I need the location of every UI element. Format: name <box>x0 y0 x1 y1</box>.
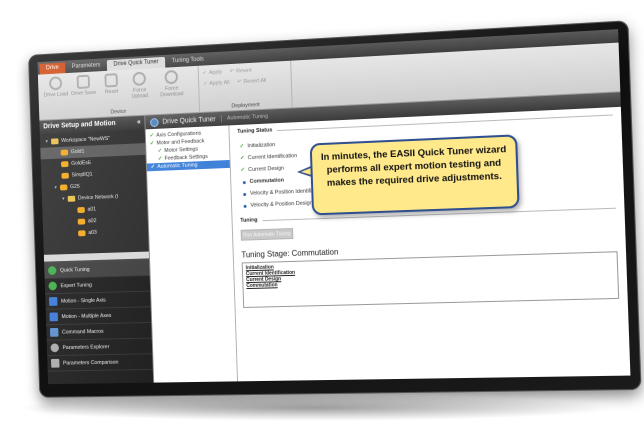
nav-item-label: Expert Tuning <box>60 282 92 289</box>
drive-load-label: Drive Load <box>43 91 69 99</box>
motion-single-axis-icon <box>48 296 58 306</box>
breadcrumb: Automatic Tuning <box>226 113 269 122</box>
status-label: Commutation <box>249 177 285 185</box>
network-folder-icon <box>67 195 76 202</box>
status-label: Current Identification <box>247 153 298 162</box>
tuning-panel: Tuning Status ✓ Initialization ✓ Current… <box>229 107 630 382</box>
left-panel-title: Drive Setup and Motion <box>43 120 116 131</box>
left-panel: Drive Setup and Motion « ▾ Workspace "Ne… <box>39 115 155 385</box>
status-label: Velocity & Position Design <box>250 200 313 209</box>
content-area: Drive Quick Tuner | Automatic Tuning ✓ A… <box>145 92 631 383</box>
force-download-button[interactable]: Force Download <box>153 69 190 98</box>
step-label: Automatic Tuning <box>157 162 198 170</box>
tree-node-label: a03 <box>88 229 97 236</box>
app-screen: Drive Parameters Drive Quick Tuner Tunin… <box>37 29 631 385</box>
drive-load-button[interactable]: Drive Load <box>42 76 70 99</box>
status-done-check-icon: ✓ <box>239 143 245 150</box>
drive-icon <box>78 230 86 237</box>
main-area: Drive Setup and Motion « ▾ Workspace "Ne… <box>39 92 631 385</box>
drive-save-label: Drive Save <box>71 89 97 98</box>
monitor-shadow <box>14 395 614 421</box>
drive-icon <box>77 218 86 225</box>
force-upload-icon <box>132 71 147 87</box>
tree-node-label: a01 <box>87 206 97 213</box>
revert-label: Revert <box>236 67 252 75</box>
apply-all-button[interactable]: ✓ Apply All <box>203 80 230 87</box>
force-download-icon <box>164 69 179 85</box>
status-pending-dot-icon <box>243 192 247 196</box>
drive-icon <box>61 172 69 179</box>
tree-node-label: Device Network (I <box>77 194 119 202</box>
reset-label: Reset <box>104 88 119 96</box>
tree-node-label: GoldEsE <box>71 160 92 167</box>
monitor-bezel: Drive Parameters Drive Quick Tuner Tunin… <box>28 20 642 398</box>
tree-node-a03[interactable]: a03 <box>43 225 148 240</box>
reset-icon <box>104 73 118 88</box>
deployment-row-2: ✓ Apply All ↶ Revert All <box>203 78 267 87</box>
force-upload-button[interactable]: Force Upload <box>125 71 154 100</box>
nav-item-label: Quick Tuning <box>59 266 90 274</box>
device-tree: ▾ Workspace "NewWS" Gold1 GoldEsE SimplI… <box>39 129 150 262</box>
quick-tuning-icon <box>47 266 57 276</box>
content-title: Drive Quick Tuner <box>162 115 216 126</box>
tree-node-label: G25 <box>70 183 80 191</box>
stage: Drive Parameters Drive Quick Tuner Tunin… <box>0 0 644 446</box>
status-pending-dot-icon <box>243 204 247 208</box>
motion-multiple-axes-icon <box>49 312 59 322</box>
tuning-stage-log: Initialization Current Identification Cu… <box>241 251 620 308</box>
drive-save-button[interactable]: Drive Save <box>69 74 97 97</box>
nav-item-label: Motion - Multiple Axes <box>61 312 112 320</box>
status-label: Initialization <box>247 142 276 150</box>
run-automatic-tuning-button[interactable]: Run Automatic Tuning <box>240 228 294 241</box>
apply-all-label: Apply All <box>209 79 230 87</box>
nav-item-label: Parameters Explorer <box>62 343 110 351</box>
apply-button[interactable]: ✓ Apply <box>203 69 223 76</box>
reset-button[interactable]: Reset <box>97 73 126 96</box>
status-done-check-icon: ✓ <box>239 155 245 162</box>
apply-icon: ✓ <box>202 70 208 77</box>
tree-node-label: Workspace "NewWS" <box>61 135 111 144</box>
parameters-comparison-icon <box>50 358 60 368</box>
deployment-group: ✓ Apply ↶ Revert ✓ Apply All ↶ Revert All De… <box>198 60 293 112</box>
revert-all-icon: ↶ <box>237 79 242 86</box>
drive-icon <box>59 184 68 191</box>
drive-save-icon <box>76 74 91 89</box>
status-pending-dot-icon <box>242 180 246 184</box>
tree-node-label: Gold1 <box>70 148 85 156</box>
apply-all-icon: ✓ <box>202 81 208 88</box>
force-upload-label: Force Upload <box>131 87 149 100</box>
command-macros-icon <box>49 327 59 337</box>
deployment-buttons: ✓ Apply ↶ Revert ✓ Apply All ↶ Revert All <box>202 65 267 87</box>
nav-item-label: Command Macros <box>61 328 104 336</box>
force-download-label: Force Download <box>160 85 184 99</box>
status-done-check-icon: ✓ <box>240 167 246 174</box>
collapse-icon[interactable]: « <box>137 119 141 127</box>
wizard-steps: ✓ Axis Configurations ✓ Motor and Feedba… <box>145 125 239 383</box>
revert-all-button[interactable]: ↶ Revert All <box>237 78 266 85</box>
device-group: Drive Load Drive Save Reset Force Upload <box>37 65 201 120</box>
drive-load-icon <box>48 76 63 91</box>
folder-icon <box>51 138 59 145</box>
revert-icon: ↶ <box>229 68 235 75</box>
apply-label: Apply <box>208 69 223 77</box>
revert-all-label: Revert All <box>243 77 267 86</box>
tree-node-label: SimplIQ1 <box>71 171 93 179</box>
revert-button[interactable]: ↶ Revert <box>230 68 252 75</box>
drive-icon <box>60 161 69 168</box>
deployment-row-1: ✓ Apply ↶ Revert <box>203 67 267 77</box>
content-body: ✓ Axis Configurations ✓ Motor and Feedba… <box>145 107 631 383</box>
drive-icon <box>60 149 69 156</box>
header-separator: | <box>220 115 223 123</box>
parameters-explorer-icon <box>50 343 60 353</box>
nav-item-label: Parameters Comparison <box>62 359 119 367</box>
status-label: Current Design <box>248 165 285 174</box>
quick-tuner-gear-icon <box>149 117 159 127</box>
drive-icon <box>77 206 85 214</box>
nav-item-parameters-comparison[interactable]: Parameters Comparison <box>47 354 153 372</box>
nav-item-label: Motion - Single Axis <box>60 297 106 305</box>
nav-list: Quick Tuning Expert Tuning Motion - Sing… <box>44 258 154 385</box>
callout-bubble: In minutes, the EASII Quick Tuner wizard… <box>309 134 520 216</box>
tree-node-label: a02 <box>87 218 97 225</box>
expert-tuning-icon <box>48 281 57 291</box>
